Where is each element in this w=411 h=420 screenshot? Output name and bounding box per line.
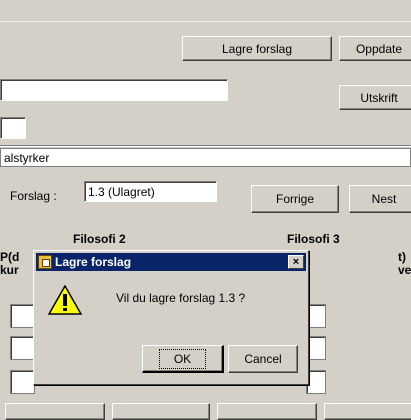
bottom-row: [0, 401, 411, 420]
table-cell[interactable]: [306, 370, 326, 394]
bottom-button[interactable]: [324, 403, 411, 420]
print-button[interactable]: Utskrift: [339, 85, 411, 110]
save-proposal-button[interactable]: Lagre forslag: [182, 36, 332, 61]
table-cell[interactable]: [306, 304, 326, 328]
dialog-message: Vil du lagre forslag 1.3 ?: [116, 291, 246, 305]
text-field-top[interactable]: [0, 79, 228, 101]
separator-highlight: [0, 146, 411, 147]
section-label: alstyrker: [4, 150, 50, 165]
bottom-button[interactable]: [217, 403, 317, 420]
proposal-value: 1.3 (Ulagret): [88, 184, 155, 199]
close-icon: ×: [292, 256, 300, 268]
warning-icon: [48, 285, 82, 315]
left-col-header-1: P(d: [0, 250, 20, 264]
dialog-titlebar[interactable]: Lagre forslag ×: [36, 253, 306, 271]
table-cell[interactable]: [10, 304, 35, 328]
philosophy-3-header: Filosofi 3: [287, 232, 340, 246]
left-col-header-2: kur: [0, 263, 19, 277]
table-cell[interactable]: [10, 336, 35, 360]
previous-button[interactable]: Forrige: [251, 185, 339, 213]
right-col-header-2: ve: [398, 263, 411, 277]
proposal-field[interactable]: 1.3 (Ulagret): [84, 181, 217, 202]
close-button[interactable]: ×: [288, 255, 304, 269]
cancel-button[interactable]: Cancel: [228, 345, 298, 373]
philosophy-2-header: Filosofi 2: [73, 232, 126, 246]
next-button[interactable]: Nest: [349, 185, 411, 213]
table-cell[interactable]: [10, 370, 35, 394]
save-proposal-dialog: Lagre forslag × Vil du lagre forslag 1.3…: [33, 250, 309, 385]
update-button[interactable]: Oppdate: [339, 36, 411, 61]
table-cell[interactable]: [306, 336, 326, 360]
ok-label: OK: [158, 348, 207, 369]
right-col-header-1: t): [398, 250, 406, 264]
small-field[interactable]: [0, 117, 26, 139]
ok-button[interactable]: OK: [142, 345, 224, 373]
bottom-button[interactable]: [112, 403, 210, 420]
bottom-button[interactable]: [5, 403, 105, 420]
proposal-label: Forslag :: [10, 189, 57, 203]
section-title-field: alstyrker: [0, 148, 411, 167]
top-strip: [0, 0, 411, 22]
dialog-title: Lagre forslag: [55, 255, 132, 269]
app-icon: [38, 255, 52, 269]
